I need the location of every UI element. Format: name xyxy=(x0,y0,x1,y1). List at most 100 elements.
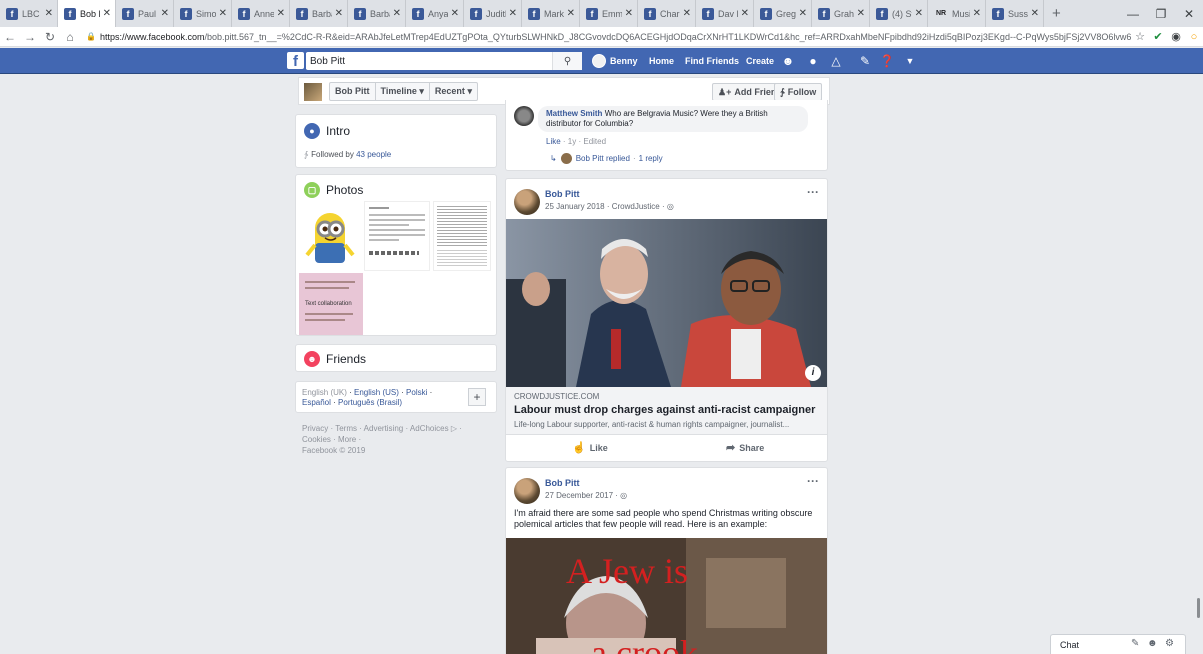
quick-help-icon[interactable]: ✎ xyxy=(856,53,874,69)
info-icon[interactable]: i xyxy=(805,365,821,381)
tab-close-icon[interactable]: ✕ xyxy=(973,8,981,19)
friend-requests-icon[interactable]: ☻ xyxy=(779,53,797,69)
post-author[interactable]: Bob Pitt xyxy=(545,478,627,488)
tab-close-icon[interactable]: ✕ xyxy=(683,8,691,19)
tab-close-icon[interactable]: ✕ xyxy=(509,8,517,19)
home-icon[interactable]: ⌂ xyxy=(60,27,80,47)
browser-tab[interactable]: f Simo ✕ xyxy=(174,0,232,27)
comment-age[interactable]: 1y xyxy=(568,137,576,146)
recent-dropdown[interactable]: Recent ▾ xyxy=(430,83,477,100)
tab-close-icon[interactable]: ✕ xyxy=(103,8,111,19)
new-tab-button[interactable]: + xyxy=(1044,5,1069,22)
add-language-button[interactable]: + xyxy=(468,388,486,406)
comment-edited[interactable]: Edited xyxy=(583,137,606,146)
reload-icon[interactable]: ↻ xyxy=(40,27,60,47)
browser-tab[interactable]: f LBC -✕ xyxy=(0,0,58,27)
browser-tab[interactable]: f Anne ✕ xyxy=(232,0,290,27)
browser-tab[interactable]: f Grah ✕ xyxy=(812,0,870,27)
browser-tab[interactable]: f Emm ✕ xyxy=(580,0,638,27)
tab-close-icon[interactable]: ✕ xyxy=(161,8,169,19)
footer-terms[interactable]: Terms xyxy=(335,424,357,433)
close-window-icon[interactable]: ✕ xyxy=(1175,0,1203,27)
messenger-icon[interactable]: ● xyxy=(804,53,822,69)
tab-close-icon[interactable]: ✕ xyxy=(625,8,633,19)
footer-advertising[interactable]: Advertising xyxy=(364,424,404,433)
language-portugues[interactable]: Português (Brasil) xyxy=(338,398,402,407)
friends-heading[interactable]: ☻ Friends xyxy=(304,351,366,367)
footer-adchoices[interactable]: AdChoices xyxy=(410,424,449,433)
browser-tab[interactable]: f Mark ✕ xyxy=(522,0,580,27)
followers-link[interactable]: 43 people xyxy=(356,150,391,159)
extension-circle-icon[interactable]: ○ xyxy=(1185,27,1203,47)
timeline-dropdown[interactable]: Timeline ▾ xyxy=(376,83,430,100)
commenter-avatar[interactable] xyxy=(514,106,534,126)
home-link[interactable]: Home xyxy=(649,52,674,70)
post-date[interactable]: 27 December 2017 xyxy=(545,491,613,500)
breadcrumb-profile-name[interactable]: Bob Pitt xyxy=(330,83,376,100)
post-author[interactable]: Bob Pitt xyxy=(545,189,674,199)
post-via[interactable]: CrowdJustice xyxy=(612,202,660,211)
browser-tab[interactable]: f Anya ✕ xyxy=(406,0,464,27)
link-preview-image[interactable]: i xyxy=(506,219,827,387)
language-en-us[interactable]: English (US) xyxy=(354,388,399,397)
tab-close-icon[interactable]: ✕ xyxy=(857,8,865,19)
tab-close-icon[interactable]: ✕ xyxy=(451,8,459,19)
account-menu-icon[interactable]: ▼ xyxy=(901,53,919,69)
browser-tab[interactable]: f Barba✕ xyxy=(290,0,348,27)
language-polski[interactable]: Polski xyxy=(406,388,427,397)
comment-author[interactable]: Matthew Smith xyxy=(546,109,602,118)
find-friends-link[interactable]: Find Friends xyxy=(685,52,739,70)
tab-close-icon[interactable]: ✕ xyxy=(567,8,575,19)
photo-minion[interactable] xyxy=(299,205,361,269)
minimize-icon[interactable]: — xyxy=(1119,0,1147,27)
scrollbar-thumb[interactable] xyxy=(1197,598,1200,618)
browser-tab[interactable]: f Susse✕ xyxy=(986,0,1044,27)
post-author-avatar[interactable] xyxy=(514,478,540,504)
profile-icon[interactable]: ◉ xyxy=(1167,27,1185,47)
like-button[interactable]: ☝ Like xyxy=(572,441,608,454)
browser-tab[interactable]: f Paul I✕ xyxy=(116,0,174,27)
chat-settings-icon[interactable]: ⚙ xyxy=(1165,638,1174,649)
search-input[interactable] xyxy=(306,53,552,69)
browser-tab[interactable]: f Greg ✕ xyxy=(754,0,812,27)
post-image[interactable]: A Jew is a crook xyxy=(506,538,827,654)
browser-tab[interactable]: f Bob P✕ xyxy=(58,0,116,27)
post-author-avatar[interactable] xyxy=(514,189,540,215)
photo-document-1[interactable] xyxy=(364,201,430,271)
tab-close-icon[interactable]: ✕ xyxy=(45,8,53,19)
notifications-icon[interactable]: △ xyxy=(827,53,845,69)
photos-title[interactable]: Photos xyxy=(326,183,363,197)
create-link[interactable]: Create xyxy=(746,52,774,70)
footer-more[interactable]: More xyxy=(338,435,356,444)
post-options-icon[interactable]: ··· xyxy=(807,474,819,488)
replies-link[interactable]: ↳ Bob Pitt replied · 1 reply xyxy=(550,153,663,164)
footer-privacy[interactable]: Privacy xyxy=(302,424,328,433)
browser-tab[interactable]: f Barba✕ xyxy=(348,0,406,27)
browser-tab[interactable]: f (4) St✕ xyxy=(870,0,928,27)
tab-close-icon[interactable]: ✕ xyxy=(277,8,285,19)
tab-close-icon[interactable]: ✕ xyxy=(393,8,401,19)
chat-bar[interactable]: Chat ✎ ☻ ⚙ xyxy=(1050,634,1186,654)
tab-close-icon[interactable]: ✕ xyxy=(219,8,227,19)
url-field[interactable]: 🔒 https://www.facebook.com /bob.pitt.567… xyxy=(80,28,1131,45)
post-date[interactable]: 25 January 2018 xyxy=(545,202,605,211)
follow-button[interactable]: ∱ Follow xyxy=(774,83,823,101)
back-icon[interactable]: ← xyxy=(0,27,20,47)
browser-tab[interactable]: f Judith✕ xyxy=(464,0,522,27)
search-icon[interactable]: ⚲ xyxy=(552,52,582,70)
restore-icon[interactable]: ❐ xyxy=(1147,0,1175,27)
help-icon[interactable]: ❓ xyxy=(878,53,896,69)
forward-icon[interactable]: → xyxy=(20,27,40,47)
comment-like-link[interactable]: Like xyxy=(546,137,561,146)
profile-nav-link[interactable]: Benny xyxy=(592,52,638,70)
browser-tab[interactable]: NR Musi ✕ xyxy=(928,0,986,27)
link-preview-caption[interactable]: CROWDJUSTICE.COM Labour must drop charge… xyxy=(506,387,827,435)
facebook-logo-icon[interactable]: f xyxy=(287,52,304,70)
extension-check-icon[interactable]: ✔ xyxy=(1149,27,1167,47)
footer-cookies[interactable]: Cookies xyxy=(302,435,331,444)
photo-text-collaboration[interactable]: Text collaboration xyxy=(299,273,363,335)
tab-close-icon[interactable]: ✕ xyxy=(335,8,343,19)
tab-close-icon[interactable]: ✕ xyxy=(741,8,749,19)
tab-close-icon[interactable]: ✕ xyxy=(1031,8,1039,19)
language-espanol[interactable]: Español xyxy=(302,398,331,407)
